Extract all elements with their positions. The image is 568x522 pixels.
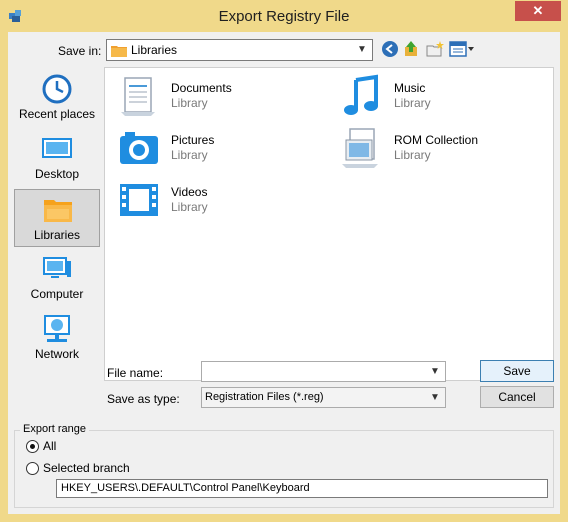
save-in-label: Save in: bbox=[58, 44, 102, 58]
music-icon bbox=[344, 74, 378, 115]
network-icon bbox=[44, 315, 70, 342]
new-folder-icon[interactable] bbox=[426, 40, 444, 58]
close-button[interactable]: ✕ bbox=[515, 1, 561, 21]
place-label: Recent places bbox=[18, 107, 96, 121]
place-label: Computer bbox=[30, 287, 84, 301]
chevron-down-icon[interactable]: ▼ bbox=[428, 390, 442, 406]
library-item-videos[interactable]: Videos Library bbox=[117, 176, 327, 224]
library-name: Documents bbox=[171, 81, 232, 95]
place-recent-places[interactable]: Recent places bbox=[14, 69, 100, 127]
documents-icon bbox=[121, 77, 155, 116]
file-list[interactable]: Documents Library Music Library Pictures… bbox=[104, 67, 554, 381]
export-range-title: Export range bbox=[20, 423, 89, 435]
library-name: Music bbox=[394, 81, 426, 95]
computer-icon bbox=[43, 257, 71, 278]
save-button[interactable]: Save bbox=[480, 360, 554, 382]
rom-collection-icon bbox=[342, 128, 378, 168]
place-label: Desktop bbox=[34, 167, 80, 181]
file-name-field[interactable]: ▼ bbox=[201, 361, 446, 382]
view-menu-icon[interactable] bbox=[449, 40, 475, 58]
desktop-icon bbox=[42, 138, 72, 158]
window-title: Export Registry File bbox=[218, 8, 350, 25]
library-item-rom-collection[interactable]: ROM Collection Library bbox=[340, 124, 550, 172]
library-type: Library bbox=[394, 148, 431, 162]
library-item-music[interactable]: Music Library bbox=[340, 72, 550, 120]
library-type: Library bbox=[171, 96, 208, 110]
selected-branch-label[interactable]: Selected branch bbox=[43, 461, 130, 475]
library-item-pictures[interactable]: Pictures Library bbox=[117, 124, 327, 172]
place-network[interactable]: Network bbox=[14, 309, 100, 367]
up-folder-icon[interactable] bbox=[402, 40, 420, 58]
branch-path-value: HKEY_USERS\.DEFAULT\Control Panel\Keyboa… bbox=[61, 482, 310, 494]
selected-branch-radio[interactable] bbox=[26, 462, 39, 475]
cancel-button[interactable]: Cancel bbox=[480, 386, 554, 408]
save-as-type-value: Registration Files (*.reg) bbox=[205, 391, 324, 403]
save-as-type-dropdown[interactable]: Registration Files (*.reg) ▼ bbox=[201, 387, 446, 408]
clock-icon bbox=[42, 74, 72, 104]
all-radio[interactable] bbox=[26, 440, 39, 453]
title-bar[interactable]: Export Registry File ✕ bbox=[0, 0, 568, 32]
library-name: ROM Collection bbox=[394, 133, 479, 147]
chevron-down-icon[interactable]: ▼ bbox=[355, 42, 369, 58]
export-registry-dialog: Export Registry File ✕ Save in: Librarie… bbox=[0, 0, 568, 522]
all-label[interactable]: All bbox=[43, 439, 56, 453]
place-desktop[interactable]: Desktop bbox=[14, 129, 100, 187]
dialog-body: Save in: Libraries ▼ Recent places Deskt… bbox=[8, 32, 560, 514]
library-name: Videos bbox=[171, 185, 208, 199]
back-icon[interactable] bbox=[381, 40, 399, 58]
library-name: Pictures bbox=[171, 133, 215, 147]
chevron-down-icon[interactable]: ▼ bbox=[428, 364, 442, 380]
place-computer[interactable]: Computer bbox=[14, 249, 100, 307]
libraries-icon bbox=[44, 200, 72, 222]
save-in-dropdown[interactable]: Libraries ▼ bbox=[106, 39, 373, 61]
export-range-group: Export range All Selected branch HKEY_US… bbox=[14, 423, 554, 508]
place-libraries[interactable]: Libraries bbox=[14, 189, 100, 247]
file-name-label: File name: bbox=[107, 366, 164, 380]
branch-path-input[interactable]: HKEY_USERS\.DEFAULT\Control Panel\Keyboa… bbox=[56, 479, 548, 498]
library-type: Library bbox=[171, 148, 208, 162]
place-label: Libraries bbox=[33, 228, 81, 242]
save-in-value: Libraries bbox=[131, 43, 178, 57]
folder-icon bbox=[111, 46, 127, 57]
videos-icon bbox=[120, 184, 158, 216]
library-item-documents[interactable]: Documents Library bbox=[117, 72, 327, 120]
library-type: Library bbox=[394, 96, 431, 110]
library-type: Library bbox=[171, 200, 208, 214]
save-as-type-label: Save as type: bbox=[107, 392, 180, 406]
places-bar: Recent places Desktop Libraries Computer… bbox=[12, 67, 104, 381]
pictures-icon bbox=[120, 132, 158, 164]
place-label: Network bbox=[34, 347, 79, 361]
